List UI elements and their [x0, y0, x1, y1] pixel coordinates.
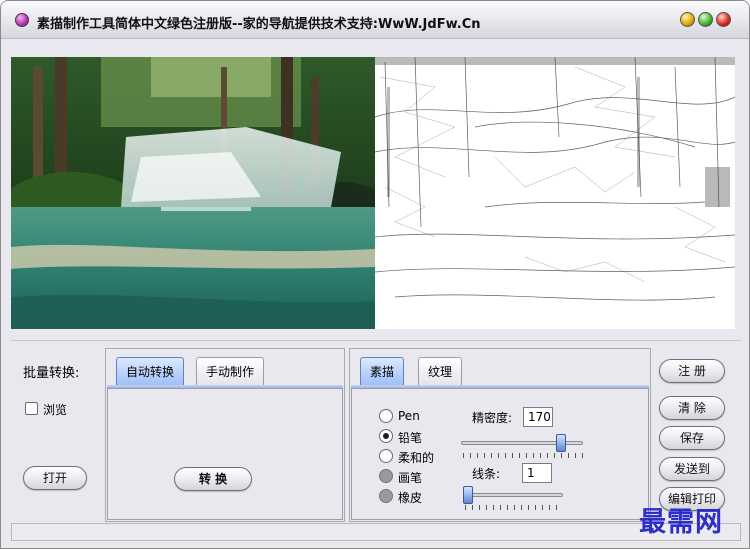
original-photo: [11, 57, 375, 329]
lines-slider-track[interactable]: [463, 493, 563, 497]
mode-tab-body: 转 换: [107, 388, 343, 520]
style-tabs: 素描 纹理: [360, 357, 640, 385]
radio-pen[interactable]: [379, 409, 393, 423]
tool-label-brush: 画笔: [398, 471, 423, 485]
clear-button[interactable]: 清 除: [659, 396, 725, 420]
convert-button[interactable]: 转 换: [174, 467, 252, 491]
mode-panel: 自动转换 手动制作 转 换: [105, 348, 345, 522]
radio-eraser[interactable]: [379, 489, 393, 503]
app-orb-icon[interactable]: [15, 13, 29, 27]
browse-checkbox[interactable]: [25, 402, 38, 415]
density-slider-thumb[interactable]: [556, 434, 567, 452]
style-tab-body: Pen 铅笔 柔和的 画笔 橡皮 精密度: 170 线条: 1: [351, 388, 649, 520]
lines-input[interactable]: 1: [522, 463, 552, 483]
pencil-sketch-image: [375, 57, 735, 329]
style-panel: 素描 纹理 Pen 铅笔 柔和的 画笔 橡皮 精密度: 170 线条: 1: [349, 348, 651, 522]
waterfall-photo-image: [11, 57, 375, 329]
radio-soft[interactable]: [379, 449, 393, 463]
tool-label-eraser: 橡皮: [398, 491, 423, 505]
radio-pencil[interactable]: [379, 429, 393, 443]
close-icon[interactable]: [716, 12, 731, 27]
lines-slider-thumb[interactable]: [463, 486, 473, 504]
watermark-text: 最需网: [639, 507, 723, 538]
lines-ticks: [465, 505, 563, 510]
lines-label: 线条:: [472, 467, 501, 481]
separator: [11, 340, 741, 341]
sketch-preview: [375, 57, 735, 329]
maximize-icon[interactable]: [698, 12, 713, 27]
save-button[interactable]: 保存: [659, 426, 725, 450]
tool-label-pen: Pen: [398, 409, 420, 423]
browse-label: 浏览: [43, 403, 68, 417]
radio-brush[interactable]: [379, 469, 393, 483]
minimize-icon[interactable]: [680, 12, 695, 27]
status-bar: [11, 523, 741, 541]
main-window: 素描制作工具简体中文绿色注册版--家的导航提供技术支持:WwW.JdFw.Cn: [0, 0, 750, 549]
tab-texture[interactable]: 纹理: [418, 357, 463, 385]
window-title: 素描制作工具简体中文绿色注册版--家的导航提供技术支持:WwW.JdFw.Cn: [37, 17, 481, 32]
density-label: 精密度:: [472, 411, 513, 425]
tool-label-pencil: 铅笔: [398, 431, 423, 445]
send-to-button[interactable]: 发送到: [659, 457, 725, 481]
preview-area: [11, 57, 735, 329]
batch-panel: 批量转换: 浏览 打开: [11, 348, 103, 520]
density-ticks: [463, 453, 583, 458]
title-bar[interactable]: 素描制作工具简体中文绿色注册版--家的导航提供技术支持:WwW.JdFw.Cn: [1, 1, 749, 39]
density-input[interactable]: 170: [523, 407, 553, 427]
mode-tabs: 自动转换 手动制作: [116, 357, 336, 385]
batch-convert-label: 批量转换:: [23, 366, 80, 381]
tab-sketch[interactable]: 素描: [360, 357, 405, 385]
tab-manual[interactable]: 手动制作: [196, 357, 265, 385]
tab-auto-convert[interactable]: 自动转换: [116, 357, 185, 385]
register-button[interactable]: 注 册: [659, 359, 725, 383]
tool-label-soft: 柔和的: [398, 451, 435, 465]
open-button[interactable]: 打开: [23, 466, 87, 490]
